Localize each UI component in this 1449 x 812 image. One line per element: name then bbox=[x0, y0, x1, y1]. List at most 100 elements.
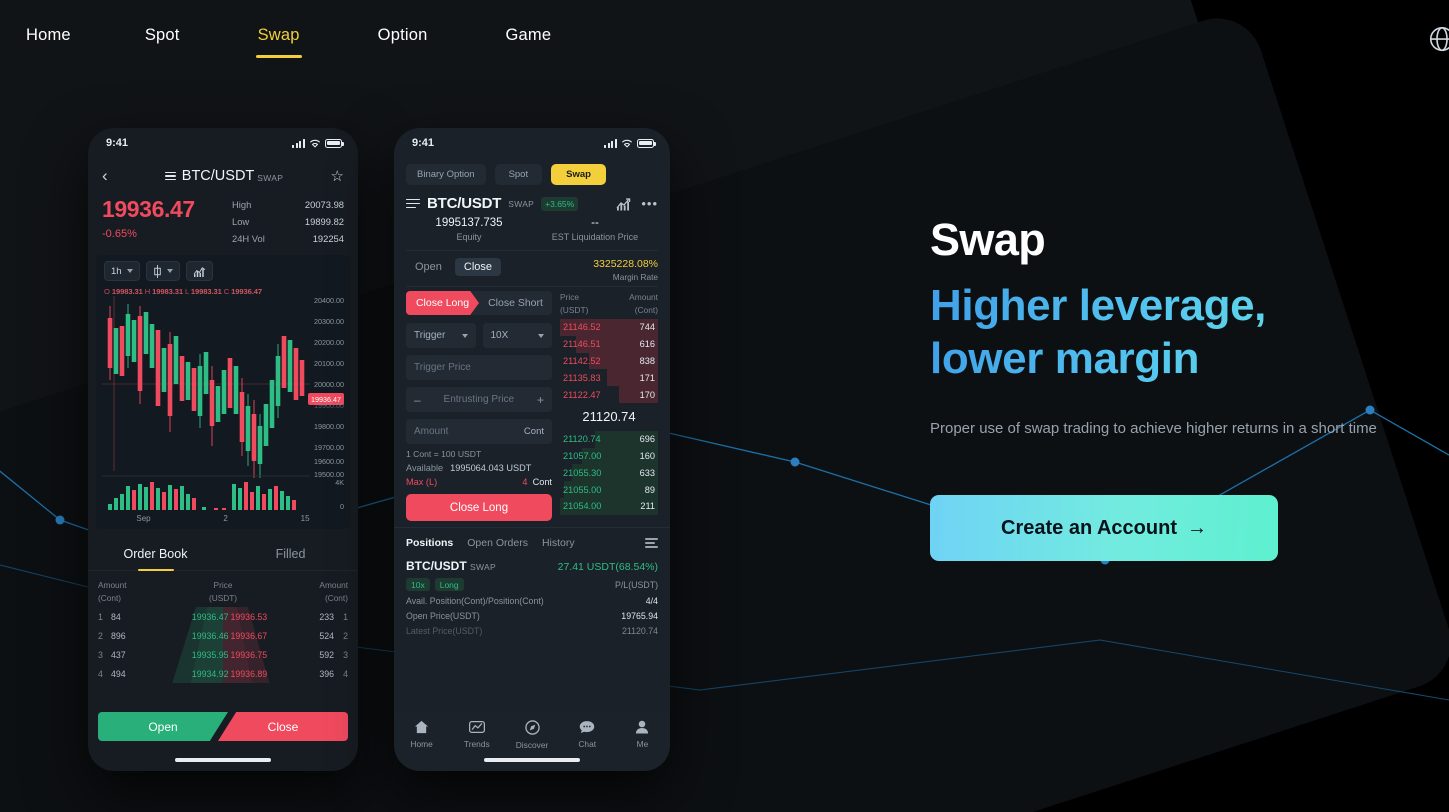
tab-positions[interactable]: Positions bbox=[406, 537, 453, 549]
signal-icon bbox=[292, 138, 305, 148]
decrement-icon[interactable]: – bbox=[414, 393, 421, 407]
orderbook-header: Amount (Cont) Price (USDT) Amount (Cont) bbox=[88, 571, 358, 607]
amount-input[interactable]: Amount Cont bbox=[406, 419, 552, 444]
nav-item-swap[interactable]: Swap bbox=[255, 20, 302, 58]
bid-row[interactable]: 21055.00 89 bbox=[560, 481, 658, 499]
phone-mockup-market: 9:41 ‹ BTC/USDT SWAP ☆ 19936.47 -0.65% H… bbox=[88, 128, 358, 771]
stat-low-value: 19899.82 bbox=[304, 216, 344, 227]
list-icon[interactable] bbox=[164, 171, 176, 181]
status-bar: 9:41 bbox=[88, 128, 358, 158]
nav-item-home[interactable]: Home bbox=[24, 20, 73, 51]
pair-name-2[interactable]: BTC/USDT bbox=[427, 195, 501, 212]
position-detail-row: Latest Price(USDT) 21120.74 bbox=[406, 626, 658, 636]
cta-label: Create an Account bbox=[1001, 516, 1177, 539]
status-indicators-2 bbox=[604, 138, 656, 148]
tab-discover[interactable]: Discover bbox=[504, 720, 559, 750]
nav-item-option[interactable]: Option bbox=[376, 20, 430, 51]
table-row[interactable]: 2 896 19936.46 19936.67 524 2 bbox=[88, 626, 358, 645]
leverage-select[interactable]: 10X bbox=[482, 323, 552, 348]
home-icon bbox=[394, 720, 449, 736]
indicator-button[interactable] bbox=[185, 261, 213, 281]
headline-line-2: lower margin bbox=[930, 334, 1200, 384]
chart-type-selector[interactable] bbox=[145, 261, 180, 281]
table-row[interactable]: 4 494 19934.92 19936.89 396 4 bbox=[88, 664, 358, 683]
tab-open-orders[interactable]: Open Orders bbox=[467, 537, 528, 549]
bid-row[interactable]: 21055.30 633 bbox=[560, 464, 658, 482]
bid-row[interactable]: 21054.00 211 bbox=[560, 498, 658, 515]
indicator-icon bbox=[193, 266, 205, 277]
tab-close[interactable]: Close bbox=[454, 258, 502, 276]
phone-mockup-trade: 9:41 Binary Option Spot Swap BTC/USDT SW… bbox=[394, 128, 670, 771]
tab-chat[interactable]: Chat bbox=[560, 720, 615, 749]
order-type-select[interactable]: Trigger bbox=[406, 323, 476, 348]
margin-rate-value: 3325228.08% bbox=[593, 258, 658, 270]
star-icon[interactable]: ☆ bbox=[324, 167, 344, 185]
tab-filled[interactable]: Filled bbox=[223, 539, 358, 570]
quote-price-block: 19936.47 -0.65% bbox=[102, 196, 232, 240]
nav-item-spot[interactable]: Spot bbox=[143, 20, 182, 51]
tab-trends[interactable]: Trends bbox=[449, 720, 504, 749]
orderbook-tabs: Order Book Filled bbox=[88, 539, 358, 571]
stat-vol-value: 192254 bbox=[312, 233, 344, 244]
ob2-price-col: Price (USDT) bbox=[560, 292, 589, 315]
entrusting-price-input[interactable]: – Entrusting Price + bbox=[406, 387, 552, 412]
close-short-tab[interactable]: Close Short bbox=[471, 291, 552, 315]
list-arrow-icon[interactable] bbox=[406, 198, 420, 209]
position-tags: 10x Long P/L(USDT) bbox=[406, 578, 658, 591]
filter-icon[interactable] bbox=[645, 538, 658, 548]
increment-icon[interactable]: + bbox=[537, 393, 544, 407]
price-tick: 20200.00 bbox=[314, 338, 344, 347]
interval-selector[interactable]: 1h bbox=[104, 261, 140, 281]
tab-home[interactable]: Home bbox=[394, 720, 449, 749]
ask-row[interactable]: 21146.52 744 bbox=[560, 319, 658, 336]
ask-row[interactable]: 21122.47 170 bbox=[560, 386, 658, 403]
table-row[interactable]: 1 84 19936.47 19936.53 233 1 bbox=[88, 607, 358, 626]
available-row: Available 1995064.043 USDT bbox=[406, 463, 552, 473]
nav-item-game[interactable]: Game bbox=[503, 20, 553, 51]
liquidation-label: EST Liquidation Price bbox=[551, 232, 639, 242]
segment-spot[interactable]: Spot bbox=[494, 164, 543, 185]
ask-row[interactable]: 21146.51 616 bbox=[560, 335, 658, 353]
more-dots-icon[interactable]: ••• bbox=[641, 196, 658, 211]
bid-row[interactable]: 21057.00 160 bbox=[560, 447, 658, 465]
entrusting-price-placeholder: Entrusting Price bbox=[443, 394, 515, 405]
volume-tick: 0 bbox=[340, 502, 344, 511]
segment-binary-option[interactable]: Binary Option bbox=[406, 164, 486, 185]
candlestick-chart[interactable]: 1h O 19983.31 H 19983.31 L 19983.31 C 19… bbox=[96, 255, 350, 529]
orderbook-col-right: Amount (Cont) bbox=[319, 580, 348, 603]
open-button[interactable]: Open bbox=[98, 712, 228, 741]
position-detail-row: Open Price(USDT) 19765.94 bbox=[406, 611, 658, 621]
position-card[interactable]: BTC/USDT SWAP 27.41 USDT(68.54%) 10x Lon… bbox=[394, 557, 670, 636]
create-account-button[interactable]: Create an Account → bbox=[930, 495, 1278, 562]
submit-close-long-button[interactable]: Close Long bbox=[406, 494, 552, 521]
available-value: 1995064.043 USDT bbox=[450, 463, 532, 473]
ask-row[interactable]: 21135.83 171 bbox=[560, 369, 658, 387]
ask-row[interactable]: 21142.52 838 bbox=[560, 352, 658, 370]
tab-history[interactable]: History bbox=[542, 537, 575, 549]
ob2-amount-col: Amount (Cont) bbox=[629, 292, 658, 315]
tab-me[interactable]: Me bbox=[615, 720, 670, 749]
tab-open[interactable]: Open bbox=[406, 258, 451, 276]
pair-actions: ••• bbox=[616, 196, 658, 211]
bid-row[interactable]: 21120.74 696 bbox=[560, 430, 658, 448]
stat-low-label: Low bbox=[232, 216, 250, 227]
ohlc-h: 19983.31 bbox=[152, 287, 183, 296]
close-long-tab[interactable]: Close Long bbox=[406, 291, 479, 315]
available-label: Available bbox=[406, 463, 444, 473]
globe-icon[interactable] bbox=[1427, 24, 1449, 54]
back-chevron-icon[interactable]: ‹ bbox=[102, 166, 124, 186]
status-bar-2: 9:41 bbox=[394, 128, 670, 158]
table-row[interactable]: 3 437 19935.95 19936.75 592 3 bbox=[88, 645, 358, 664]
candles-svg bbox=[102, 296, 310, 510]
ohlc-readout: O 19983.31 H 19983.31 L 19983.31 C 19936… bbox=[100, 285, 346, 296]
chart-plot-area: 20400.00 20300.00 20200.00 20100.00 2000… bbox=[100, 296, 346, 511]
chat-icon bbox=[560, 720, 615, 736]
stat-liquidation: -- EST Liquidation Price bbox=[532, 217, 658, 242]
chevron-down-icon-3 bbox=[461, 333, 468, 338]
position-card-header: BTC/USDT SWAP 27.41 USDT(68.54%) bbox=[406, 559, 658, 573]
trigger-price-input[interactable]: Trigger Price bbox=[406, 355, 552, 380]
tab-order-book[interactable]: Order Book bbox=[88, 539, 223, 570]
close-button[interactable]: Close bbox=[218, 712, 348, 741]
segment-swap[interactable]: Swap bbox=[551, 164, 606, 185]
headline: Higher leverage, lower margin bbox=[930, 279, 1430, 386]
